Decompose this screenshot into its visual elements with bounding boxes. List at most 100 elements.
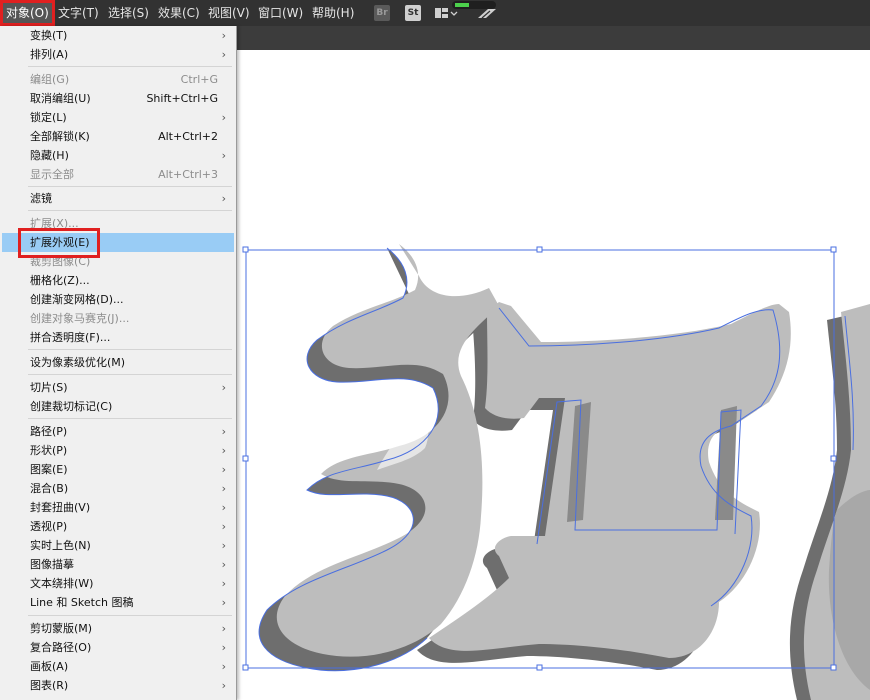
menu-item-label: 复合路径(O): [30, 641, 92, 654]
menu-item-label: Line 和 Sketch 图稿: [30, 596, 134, 609]
menu-item-label: 排列(A): [30, 48, 69, 61]
menubar-help[interactable]: 帮助(H): [306, 0, 360, 26]
menu-item-create-trim-marks[interactable]: 创建裁切标记(C): [2, 397, 234, 416]
menu-item-filters[interactable]: 滤镜 ›: [2, 189, 234, 208]
menu-item-label: 创建裁切标记(C): [30, 400, 113, 413]
menu-item-label: 编组(G): [30, 73, 70, 86]
menu-item-shortcut: Ctrl+G: [180, 73, 218, 86]
menu-item-slice[interactable]: 切片(S) ›: [2, 378, 234, 397]
submenu-arrow-icon: ›: [221, 596, 226, 609]
submenu-arrow-icon: ›: [221, 482, 226, 495]
menu-item-label: 创建对象马赛克(J)...: [30, 312, 130, 325]
submenu-arrow-icon: ›: [221, 520, 226, 533]
menu-bar: 对象(O) 文字(T) 选择(S) 效果(C) 视图(V) 窗口(W) 帮助(H…: [0, 0, 870, 26]
menu-item-arrange[interactable]: 排列(A) ›: [2, 45, 234, 64]
submenu-arrow-icon: ›: [221, 622, 226, 635]
menu-separator: [28, 66, 232, 67]
menu-item-ungroup[interactable]: 取消编组(U) Shift+Ctrl+G: [2, 89, 234, 108]
menu-item-text-wrap[interactable]: 文本绕排(W) ›: [2, 574, 234, 593]
menubar-object[interactable]: 对象(O): [0, 0, 55, 26]
menu-separator: [28, 418, 232, 419]
menubar-view[interactable]: 视图(V): [202, 0, 256, 26]
menu-item-label: 路径(P): [30, 425, 68, 438]
menu-item-flatten-transparency[interactable]: 拼合透明度(F)...: [2, 328, 234, 347]
submenu-arrow-icon: ›: [221, 48, 226, 61]
menu-item-label: 创建渐变网格(D)...: [30, 293, 124, 306]
menu-item-label: 设为像素级优化(M): [30, 356, 126, 369]
menu-item-lock[interactable]: 锁定(L) ›: [2, 108, 234, 127]
menu-item-compound-path[interactable]: 复合路径(O) ›: [2, 638, 234, 657]
menu-item-label: 剪切蒙版(M): [30, 622, 93, 635]
menu-item-image-trace[interactable]: 图像描摹 ›: [2, 555, 234, 574]
menubar-window[interactable]: 窗口(W): [252, 0, 309, 26]
menu-item-make-pixel-perfect[interactable]: 设为像素级优化(M): [2, 353, 234, 372]
menu-separator: [28, 374, 232, 375]
submenu-arrow-icon: ›: [221, 641, 226, 654]
submenu-arrow-icon: ›: [221, 149, 226, 162]
menu-item-label: 混合(B): [30, 482, 69, 495]
submenu-arrow-icon: ›: [221, 425, 226, 438]
stock-icon[interactable]: St: [405, 5, 421, 21]
menu-item-label: 画板(A): [30, 660, 69, 673]
menu-item-label: 图表(R): [30, 679, 69, 692]
artboard-canvas[interactable]: [237, 50, 870, 700]
submenu-arrow-icon: ›: [221, 501, 226, 514]
menu-item-label: 切片(S): [30, 381, 68, 394]
submenu-arrow-icon: ›: [221, 381, 226, 394]
menu-item-label: 形状(P): [30, 444, 68, 457]
menu-item-label: 封套扭曲(V): [30, 501, 91, 514]
menu-item-label: 变换(T): [30, 29, 68, 42]
menu-separator: [28, 186, 232, 187]
menu-item-label: 栅格化(Z)...: [30, 274, 90, 287]
menu-item-label: 取消编组(U): [30, 92, 91, 105]
menu-item-shortcut: Alt+Ctrl+3: [158, 168, 218, 181]
menu-item-blend[interactable]: 混合(B) ›: [2, 479, 234, 498]
menu-item-rasterize[interactable]: 栅格化(Z)...: [2, 271, 234, 290]
menu-item-label: 透视(P): [30, 520, 68, 533]
object-menu-dropdown: 变换(T) › 排列(A) › 编组(G) Ctrl+G 取消编组(U) Shift+C…: [0, 26, 237, 700]
menu-item-artboards[interactable]: 画板(A) ›: [2, 657, 234, 676]
menu-item-create-gradient-mesh[interactable]: 创建渐变网格(D)...: [2, 290, 234, 309]
menu-item-label: 实时上色(N): [30, 539, 91, 552]
menu-item-label: 拼合透明度(F)...: [30, 331, 111, 344]
submenu-arrow-icon: ›: [221, 111, 226, 124]
menu-item-label: 图案(E): [30, 463, 68, 476]
document-tab-strip: [237, 26, 870, 50]
menu-item-shortcut: Shift+Ctrl+G: [146, 92, 218, 105]
submenu-arrow-icon: ›: [221, 558, 226, 571]
submenu-arrow-icon: ›: [221, 29, 226, 42]
menu-item-envelope-distort[interactable]: 封套扭曲(V) ›: [2, 498, 234, 517]
menu-item-perspective[interactable]: 透视(P) ›: [2, 517, 234, 536]
menubar-type[interactable]: 文字(T): [52, 0, 105, 26]
menubar-effect[interactable]: 效果(C): [152, 0, 206, 26]
menu-item-label: 全部解锁(K): [30, 130, 90, 143]
menu-item-clipping-mask[interactable]: 剪切蒙版(M) ›: [2, 619, 234, 638]
menu-item-transform[interactable]: 变换(T) ›: [2, 26, 234, 45]
submenu-arrow-icon: ›: [221, 660, 226, 673]
menu-item-shortcut: Alt+Ctrl+2: [158, 130, 218, 143]
menu-separator: [28, 615, 232, 616]
gpu-performance-icon[interactable]: [474, 5, 500, 21]
submenu-arrow-icon: ›: [221, 539, 226, 552]
menu-item-label: 显示全部: [30, 168, 74, 181]
menu-item-graph[interactable]: 图表(R) ›: [2, 676, 234, 695]
menu-item-group: 编组(G) Ctrl+G: [2, 70, 234, 89]
menu-item-hide[interactable]: 隐藏(H) ›: [2, 146, 234, 165]
menu-item-label: 隐藏(H): [30, 149, 69, 162]
menu-item-pattern[interactable]: 图案(E) ›: [2, 460, 234, 479]
annotation-highlight-box: [18, 228, 100, 258]
menu-item-shape[interactable]: 形状(P) ›: [2, 441, 234, 460]
menu-item-create-object-mosaic: 创建对象马赛克(J)...: [2, 309, 234, 328]
menu-item-live-paint[interactable]: 实时上色(N) ›: [2, 536, 234, 555]
menu-item-unlock-all[interactable]: 全部解锁(K) Alt+Ctrl+2: [2, 127, 234, 146]
submenu-arrow-icon: ›: [221, 463, 226, 476]
menu-separator: [28, 210, 232, 211]
menu-item-label: 锁定(L): [30, 111, 67, 124]
menubar-select[interactable]: 选择(S): [102, 0, 155, 26]
bridge-icon[interactable]: Br: [374, 5, 390, 21]
menu-item-line-and-sketch-art[interactable]: Line 和 Sketch 图稿 ›: [2, 593, 234, 612]
menu-separator: [28, 349, 232, 350]
artwork-3d-text[interactable]: [237, 50, 870, 700]
menu-item-show-all: 显示全部 Alt+Ctrl+3: [2, 165, 234, 184]
menu-item-path[interactable]: 路径(P) ›: [2, 422, 234, 441]
